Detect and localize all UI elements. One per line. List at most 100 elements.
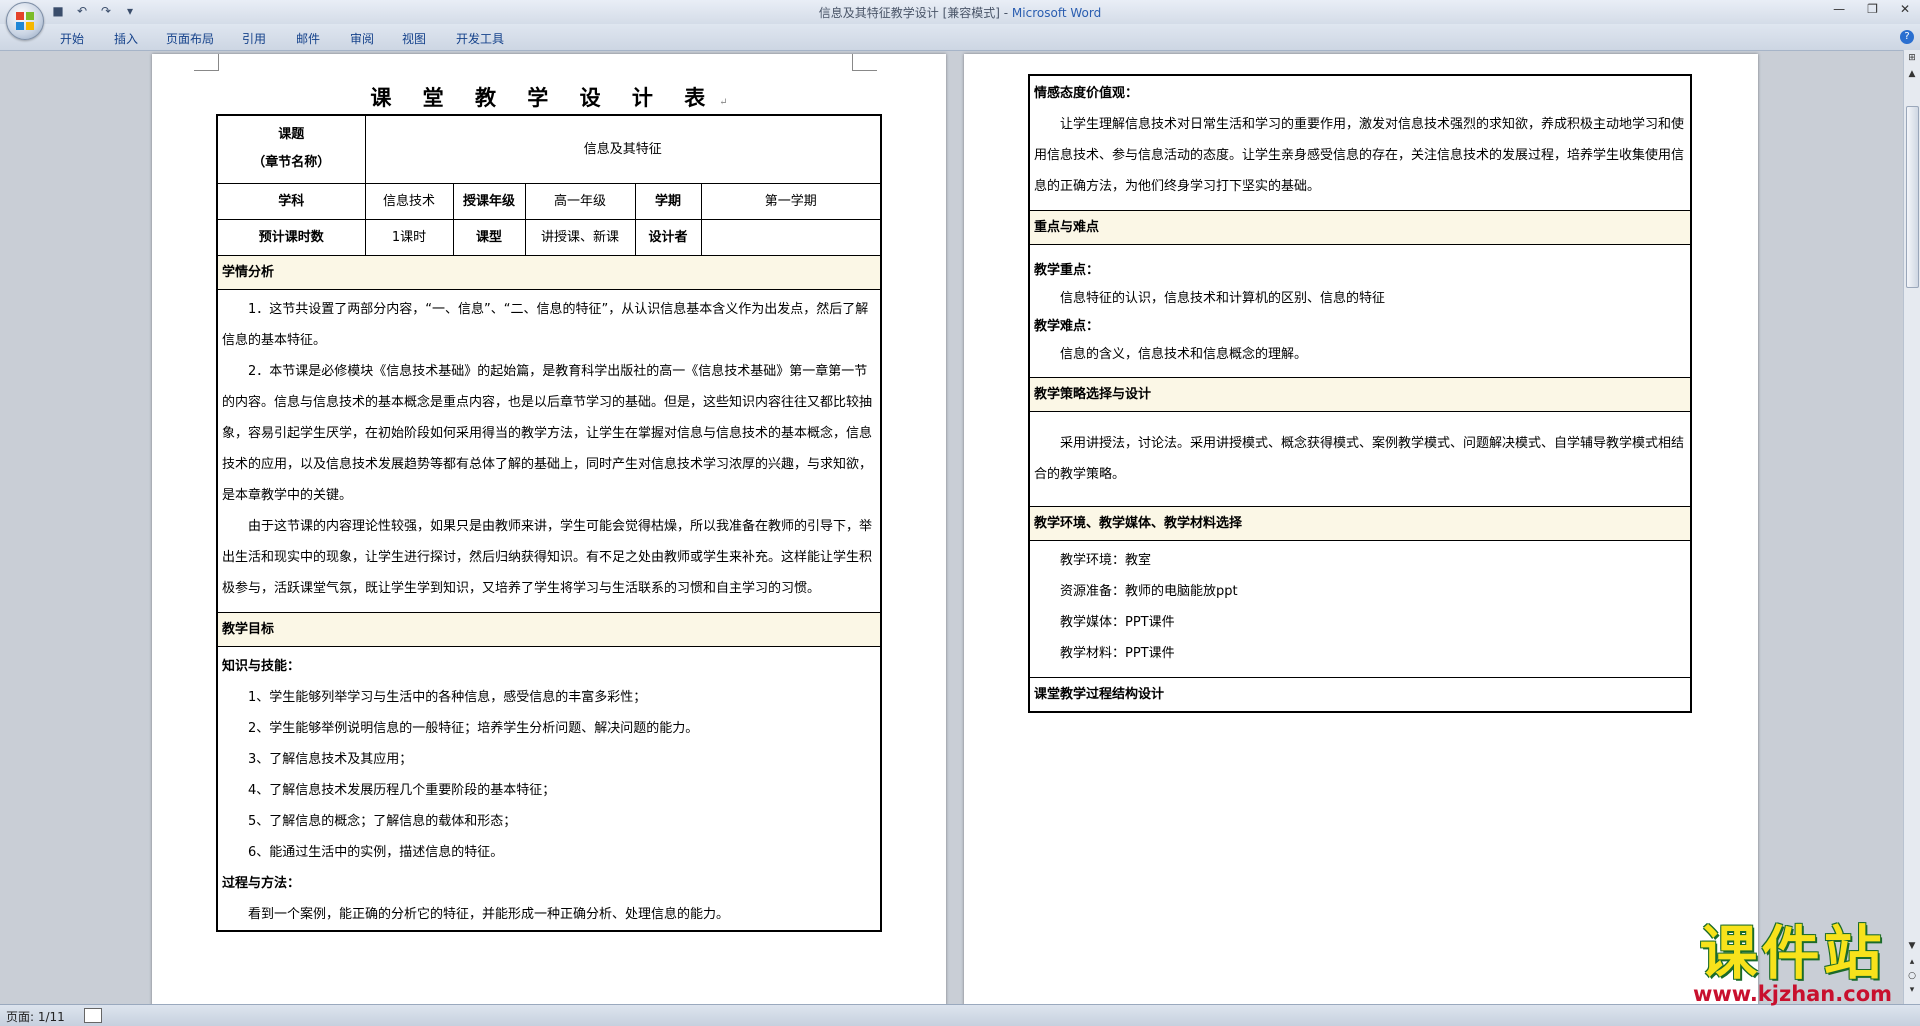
tab-developer[interactable]: 开发工具 xyxy=(456,30,504,47)
table-row: 预计课时数 1课时 课型 讲授课、新课 设计者 xyxy=(216,218,882,256)
process-label: 过程与方法： xyxy=(222,875,301,891)
browse-object-icon[interactable]: ○ xyxy=(1906,970,1918,982)
topic-label-cell: 课题 （章节名称） xyxy=(216,114,366,184)
analysis-paragraph-2: 2．本节课是必修模块《信息技术基础》的起始篇，是教育科学出版社的高一《信息技术基… xyxy=(222,363,873,503)
analysis-paragraph-3: 由于这节课的内容理论性较强，如果只是由教师来讲，学生可能会觉得枯燥，所以我准备在… xyxy=(222,518,873,596)
designer-label: 设计者 xyxy=(634,218,702,256)
minimize-icon[interactable]: — xyxy=(1833,2,1845,16)
process-design-heading: 课堂教学过程结构设计 xyxy=(1028,677,1692,713)
environment-item: 教学媒体：PPT课件 xyxy=(1060,615,1175,630)
table-row: 课题 （章节名称） 信息及其特征 xyxy=(216,114,882,184)
keypoints-heading: 重点与难点 xyxy=(1028,210,1692,245)
document-title: 课 堂 教 学 设 计 表 ↵ xyxy=(370,85,728,110)
page-count[interactable]: 页面: 1/11 xyxy=(6,1008,65,1025)
environment-item: 教学材料：PPT课件 xyxy=(1060,646,1175,661)
strategy-text: 采用讲授法，讨论法。采用讲授模式、概念获得模式、案例教学模式、问题解决模式、自学… xyxy=(1034,436,1685,482)
app-name: Microsoft Word xyxy=(1011,6,1102,20)
objective-item: 2、学生能够举例说明信息的一般特征；培养学生分析问题、解决问题的能力。 xyxy=(248,720,699,736)
environment-body[interactable]: 教学环境：教室 资源准备：教师的电脑能放ppt 教学媒体：PPT课件 教学材料：… xyxy=(1028,540,1692,678)
keypoints-body[interactable]: 教学重点： 信息特征的认识，信息技术和计算机的区别、信息的特征 教学难点： 信息… xyxy=(1028,244,1692,378)
type-value[interactable]: 讲授课、新课 xyxy=(524,218,636,256)
crop-mark xyxy=(852,54,877,71)
crop-mark xyxy=(194,54,219,71)
table-row: 学情分析 xyxy=(216,254,882,290)
strategy-body[interactable]: 采用讲授法，讨论法。采用讲授模式、概念获得模式、案例教学模式、问题解决模式、自学… xyxy=(1028,411,1692,507)
lesson-plan-table-continued: 情感态度价值观： 让学生理解信息技术对日常生活和学习的重要作用，激发对信息技术强… xyxy=(1028,74,1692,713)
proofing-icon[interactable] xyxy=(84,1008,102,1023)
tab-page-layout[interactable]: 页面布局 xyxy=(166,30,214,47)
previous-page-icon[interactable]: ▴ xyxy=(1906,956,1918,968)
key-label: 教学重点： xyxy=(1034,263,1100,278)
difficulty-label: 教学难点： xyxy=(1034,319,1100,334)
vertical-scrollbar[interactable]: ⊞ ▲ ▼ ▴ ○ ▾ xyxy=(1903,50,1920,1004)
type-label: 课型 xyxy=(452,218,526,256)
table-row: 教学环境、教学媒体、教学材料选择 xyxy=(1028,506,1692,541)
knowledge-label: 知识与技能： xyxy=(222,658,301,674)
next-page-icon[interactable]: ▾ xyxy=(1906,984,1918,996)
environment-item: 资源准备：教师的电脑能放ppt xyxy=(1060,584,1238,599)
watermark-logo-text: 课件站 xyxy=(1699,919,1886,987)
ruler-toggle-icon[interactable]: ⊞ xyxy=(1906,52,1918,64)
tab-mailings[interactable]: 邮件 xyxy=(296,30,320,47)
table-row: 教学重点： 信息特征的认识，信息技术和计算机的区别、信息的特征 教学难点： 信息… xyxy=(1028,244,1692,378)
window-title: 信息及其特征教学设计 [兼容模式] - Microsoft Word xyxy=(0,4,1920,21)
objective-item: 5、了解信息的概念；了解信息的载体和形态； xyxy=(248,813,517,829)
designer-value[interactable] xyxy=(700,218,882,256)
table-row: 教学环境：教室 资源准备：教师的电脑能放ppt 教学媒体：PPT课件 教学材料：… xyxy=(1028,540,1692,678)
key-text: 信息特征的认识，信息技术和计算机的区别、信息的特征 xyxy=(1060,291,1386,306)
table-row: 情感态度价值观： 让学生理解信息技术对日常生活和学习的重要作用，激发对信息技术强… xyxy=(1028,74,1692,211)
environment-heading: 教学环境、教学媒体、教学材料选择 xyxy=(1028,506,1692,541)
process-text: 看到一个案例，能正确的分析它的特征，并能形成一种正确分析、处理信息的能力。 xyxy=(248,906,730,922)
topic-value: 信息及其特征 xyxy=(583,141,662,157)
term-value[interactable]: 第一学期 xyxy=(700,182,882,220)
office-logo-icon xyxy=(16,12,34,30)
grade-value[interactable]: 高一年级 xyxy=(524,182,636,220)
scroll-up-icon[interactable]: ▲ xyxy=(1906,68,1918,80)
objectives-body[interactable]: 知识与技能： 1、学生能够列举学习与生活中的各种信息，感受信息的丰富多彩性； 2… xyxy=(216,645,882,931)
tab-home[interactable]: 开始 xyxy=(60,30,84,47)
strategy-heading: 教学策略选择与设计 xyxy=(1028,377,1692,412)
objective-item: 1、学生能够列举学习与生活中的各种信息，感受信息的丰富多彩性； xyxy=(248,689,647,705)
document-page-1: 课 堂 教 学 设 计 表 ↵ 课题 （章节名称） 信息及其特征 学科 信息技术 … xyxy=(152,54,946,1006)
analysis-body[interactable]: 1．这节共设置了两部分内容，“一、信息”、“二、信息的特征”，从认识信息基本含义… xyxy=(216,288,882,613)
window-controls: — ❐ ✕ xyxy=(1833,2,1910,16)
topic-label: 课题 xyxy=(278,127,305,143)
environment-item: 教学环境：教室 xyxy=(1060,553,1152,568)
document-name: 信息及其特征教学设计 [兼容模式] - xyxy=(818,6,1012,20)
topic-value-cell[interactable]: 信息及其特征 xyxy=(364,114,882,184)
topic-sublabel: （章节名称） xyxy=(252,155,331,171)
close-icon[interactable]: ✕ xyxy=(1900,2,1910,16)
site-watermark: 课件站 www.kjzhan.com xyxy=(1693,924,1892,1005)
grade-label: 授课年级 xyxy=(452,182,526,220)
table-row: 学科 信息技术 授课年级 高一年级 学期 第一学期 xyxy=(216,182,882,220)
values-text: 让学生理解信息技术对日常生活和学习的重要作用，激发对信息技术强烈的求知欲，养成积… xyxy=(1034,117,1685,194)
tab-insert[interactable]: 插入 xyxy=(114,30,138,47)
table-row: 重点与难点 xyxy=(1028,210,1692,245)
maximize-icon[interactable]: ❐ xyxy=(1867,2,1878,16)
tab-references[interactable]: 引用 xyxy=(242,30,266,47)
hours-value[interactable]: 1课时 xyxy=(364,218,454,256)
analysis-paragraph-1: 1．这节共设置了两部分内容，“一、信息”、“二、信息的特征”，从认识信息基本含义… xyxy=(222,301,869,348)
ribbon-tabs: 开始 插入 页面布局 引用 邮件 审阅 视图 开发工具 xyxy=(0,24,1920,51)
title-bar: ■ ↶ ↷ ▾ 信息及其特征教学设计 [兼容模式] - Microsoft Wo… xyxy=(0,0,1920,40)
table-row: 知识与技能： 1、学生能够列举学习与生活中的各种信息，感受信息的丰富多彩性； 2… xyxy=(216,645,882,931)
scrollbar-thumb[interactable] xyxy=(1906,106,1919,288)
subject-value[interactable]: 信息技术 xyxy=(364,182,454,220)
subject-label: 学科 xyxy=(216,182,366,220)
objective-item: 6、能通过生活中的实例，描述信息的特征。 xyxy=(248,844,504,860)
office-button[interactable] xyxy=(6,2,44,40)
difficulty-text: 信息的含义，信息技术和信息概念的理解。 xyxy=(1060,347,1308,362)
document-page-2: 情感态度价值观： 让学生理解信息技术对日常生活和学习的重要作用，激发对信息技术强… xyxy=(964,54,1758,1006)
objective-item: 3、了解信息技术及其应用； xyxy=(248,751,413,767)
term-label: 学期 xyxy=(634,182,702,220)
tab-review[interactable]: 审阅 xyxy=(350,30,374,47)
objective-item: 4、了解信息技术发展历程几个重要阶段的基本特征； xyxy=(248,782,556,798)
values-body[interactable]: 情感态度价值观： 让学生理解信息技术对日常生活和学习的重要作用，激发对信息技术强… xyxy=(1028,74,1692,211)
paragraph-mark-icon: ↵ xyxy=(719,97,728,108)
scroll-down-icon[interactable]: ▼ xyxy=(1906,940,1918,952)
values-label: 情感态度价值观： xyxy=(1034,86,1139,101)
help-icon[interactable]: ? xyxy=(1900,30,1914,44)
tab-view[interactable]: 视图 xyxy=(402,30,426,47)
table-row: 1．这节共设置了两部分内容，“一、信息”、“二、信息的特征”，从认识信息基本含义… xyxy=(216,288,882,613)
table-row: 采用讲授法，讨论法。采用讲授模式、概念获得模式、案例教学模式、问题解决模式、自学… xyxy=(1028,411,1692,507)
